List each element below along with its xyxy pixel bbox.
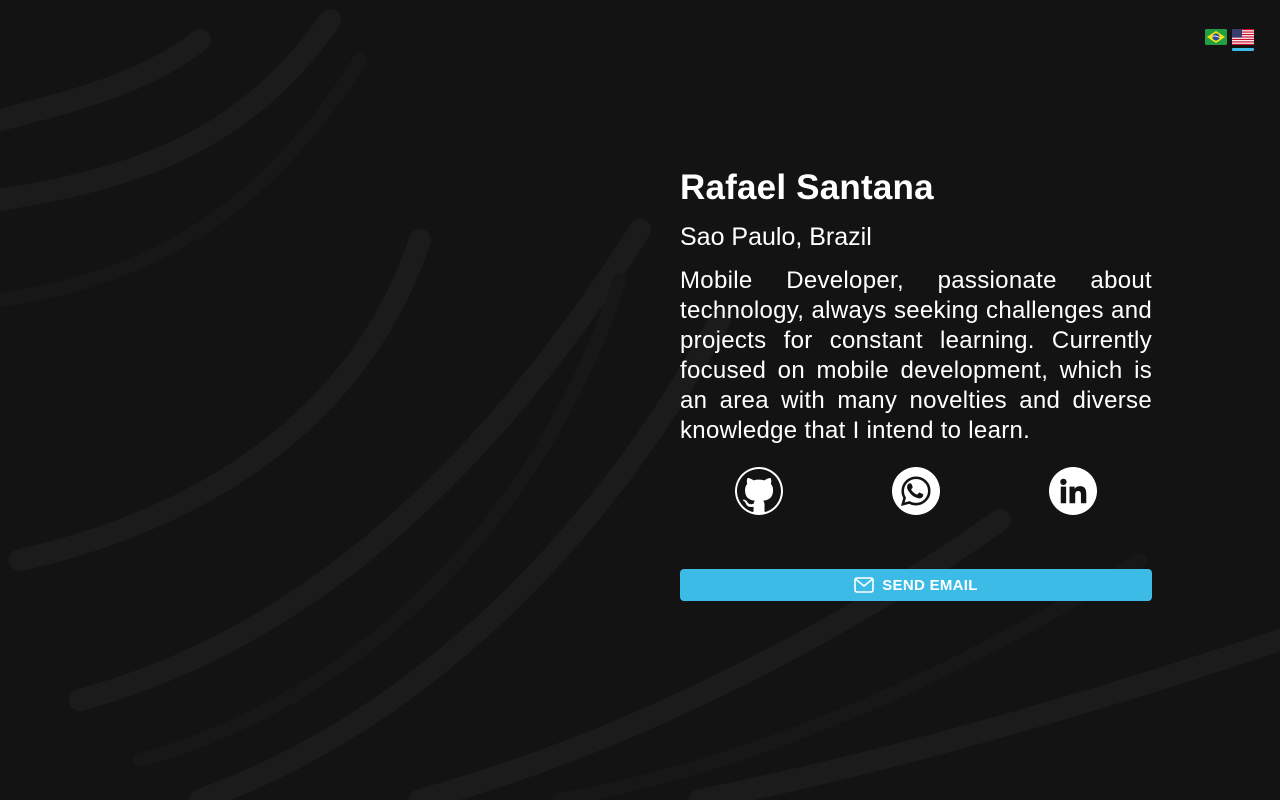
linkedin-icon [1060, 478, 1087, 504]
profile-bio: Mobile Developer, passionate about techn… [680, 267, 1152, 444]
language-en-indicator [1232, 48, 1254, 51]
brazil-flag-icon [1205, 29, 1227, 45]
send-email-label: SEND EMAIL [882, 576, 978, 594]
social-links [680, 466, 1152, 516]
send-email-button[interactable]: SEND EMAIL [680, 569, 1152, 601]
github-icon [736, 469, 781, 512]
language-pt-indicator [1205, 48, 1227, 51]
profile-name: Rafael Santana [680, 168, 934, 207]
mail-icon [854, 577, 875, 593]
usa-flag-icon [1232, 29, 1254, 45]
language-pt-button[interactable] [1205, 29, 1227, 53]
whatsapp-button[interactable] [891, 467, 940, 515]
language-switcher [1205, 29, 1254, 53]
linkedin-button[interactable] [1049, 467, 1098, 515]
profile-card: Rafael Santana Sao Paulo, Brazil Mobile … [680, 166, 1152, 601]
profile-location: Sao Paulo, Brazil [680, 223, 872, 251]
language-en-button[interactable] [1232, 29, 1254, 53]
whatsapp-icon [900, 476, 931, 506]
github-button[interactable] [734, 467, 783, 515]
